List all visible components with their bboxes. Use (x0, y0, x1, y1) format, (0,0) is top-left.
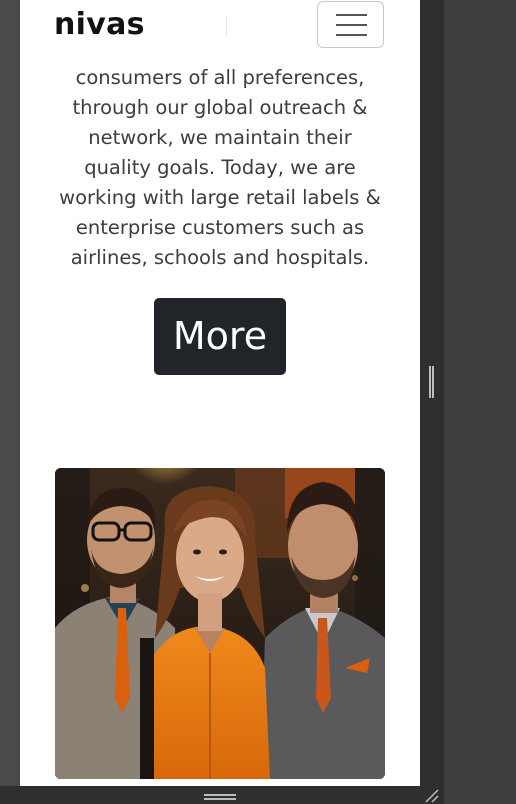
navbar-toggler-button[interactable] (317, 1, 384, 48)
paragraph-line: through our global outreach & (72, 96, 368, 119)
nav-divider (226, 16, 227, 36)
resize-grip-icon[interactable] (424, 788, 440, 804)
about-paragraph: consumers of all preferences, through ou… (20, 63, 420, 273)
bottom-drag-handle[interactable] (204, 794, 236, 800)
team-photo-illustration (55, 468, 385, 779)
navbar: nivas (20, 0, 420, 52)
mobile-viewport: nivas consumers of all preferences, thro… (20, 0, 420, 786)
panel-resize-handle[interactable] (429, 366, 434, 398)
paragraph-line: network, we maintain their (88, 126, 352, 149)
left-gutter (0, 0, 20, 786)
hamburger-bar (336, 24, 367, 26)
paragraph-line: airlines, schools and hospitals. (70, 246, 370, 269)
far-right-area (444, 0, 516, 804)
brand-logo[interactable]: nivas (54, 7, 145, 42)
paragraph-line: working with large retail labels & (59, 186, 381, 209)
hamburger-bar (336, 34, 367, 36)
more-button[interactable]: More (154, 298, 286, 375)
paragraph-line: enterprise customers such as (75, 216, 365, 239)
team-photo (55, 468, 385, 779)
paragraph-line-partial: consumers of all preferences, (75, 66, 365, 89)
paragraph-line: quality goals. Today, we are (84, 156, 356, 179)
hamburger-menu-icon (336, 14, 367, 16)
